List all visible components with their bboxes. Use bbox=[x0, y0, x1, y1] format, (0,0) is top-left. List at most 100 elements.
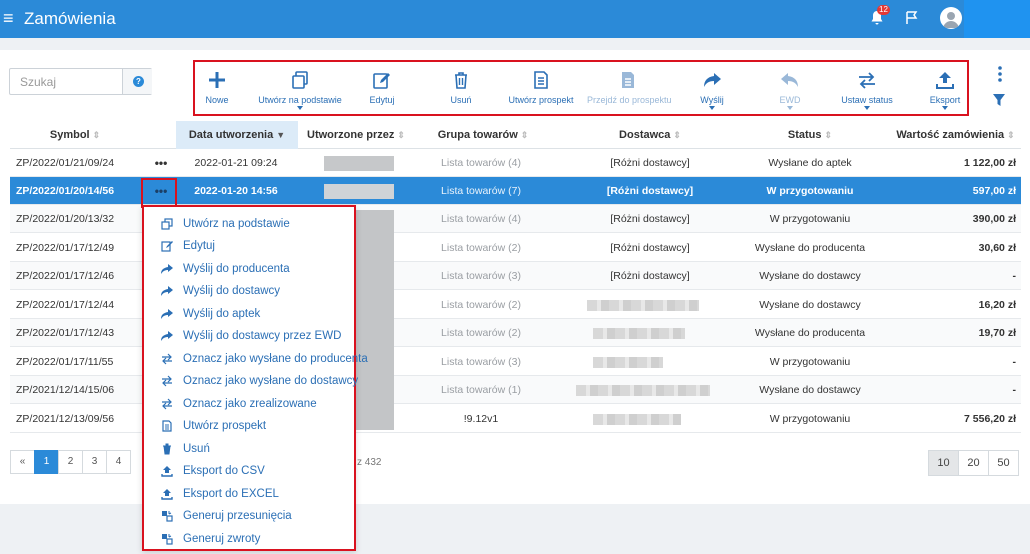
filter-icon[interactable] bbox=[992, 93, 1006, 107]
trash-icon bbox=[163, 443, 171, 455]
plus-icon bbox=[209, 72, 225, 88]
page-button[interactable]: 3 bbox=[82, 450, 107, 474]
search-help-button[interactable]: ? bbox=[122, 69, 152, 94]
prev-page-button[interactable]: « bbox=[10, 450, 35, 474]
column-product-group[interactable]: Grupa towarów ⇕ bbox=[420, 121, 546, 149]
column-supplier[interactable]: Dostawca ⇕ bbox=[570, 121, 730, 149]
chevron-down-icon bbox=[709, 106, 715, 110]
redacted-user bbox=[324, 184, 394, 199]
menu-item-export-csv[interactable]: Eksport do CSV bbox=[144, 460, 354, 482]
table-row[interactable]: ZP/2022/01/21/09/24 ••• 2022-01-21 09:24… bbox=[10, 149, 1021, 177]
document-icon bbox=[162, 420, 172, 432]
menu-item-mark-sent-to-supplier[interactable]: Oznacz jako wysłane do dostawcy bbox=[144, 370, 358, 392]
document-icon bbox=[534, 71, 548, 89]
help-icon: ? bbox=[133, 76, 144, 87]
menu-item-edit[interactable]: Edytuj bbox=[144, 235, 354, 257]
menu-item-create-prospect[interactable]: Utwórz prospekt bbox=[144, 415, 354, 437]
send-button[interactable]: Wyślij bbox=[690, 62, 734, 114]
column-status[interactable]: Status ⇕ bbox=[730, 121, 890, 149]
row-context-menu: Utwórz na podstawie Edytuj Wyślij do pro… bbox=[142, 205, 368, 551]
page-size-option[interactable]: 10 bbox=[928, 450, 959, 476]
delete-button[interactable]: Usuń bbox=[439, 62, 483, 114]
column-created-by[interactable]: Utworzone przez ⇕ bbox=[306, 121, 406, 149]
menu-item-send-via-ewd[interactable]: Wyślij do dostawcy przez EWD bbox=[144, 325, 354, 347]
chevron-down-icon bbox=[297, 106, 303, 110]
menu-item-send-to-pharmacies[interactable]: Wyślij do aptek bbox=[144, 303, 354, 325]
go-to-prospect-button[interactable]: Przejdź do prospektu bbox=[587, 62, 672, 114]
flag-icon[interactable] bbox=[905, 10, 919, 26]
page-button[interactable]: 2 bbox=[58, 450, 83, 474]
redacted-supplier bbox=[593, 414, 681, 425]
page-button[interactable]: 1 bbox=[34, 450, 59, 474]
upload-icon bbox=[161, 466, 173, 477]
swap-icon bbox=[162, 375, 172, 387]
swap-icon bbox=[162, 398, 172, 410]
edit-button[interactable]: Edytuj bbox=[360, 62, 404, 114]
reply-icon bbox=[781, 73, 798, 87]
chevron-down-icon bbox=[864, 106, 870, 110]
page-size-option[interactable]: 20 bbox=[958, 450, 989, 476]
create-prospect-button[interactable]: Utwórz prospekt bbox=[505, 62, 577, 114]
menu-item-generate-returns[interactable]: Generuj zwroty bbox=[144, 528, 354, 550]
edit-icon bbox=[373, 73, 390, 89]
menu-item-send-to-supplier[interactable]: Wyślij do dostawcy bbox=[144, 280, 354, 302]
redacted-user bbox=[324, 156, 394, 171]
create-based-on-button[interactable]: Utwórz na podstawie bbox=[255, 62, 345, 114]
transfer-icon bbox=[162, 534, 173, 545]
share-icon bbox=[161, 286, 173, 296]
menu-item-create-based-on[interactable]: Utwórz na podstawie bbox=[144, 213, 354, 235]
page-size-option[interactable]: 50 bbox=[988, 450, 1019, 476]
set-status-button[interactable]: Ustaw status bbox=[832, 62, 902, 114]
copy-icon bbox=[161, 218, 173, 230]
menu-item-generate-transfers[interactable]: Generuj przesunięcia bbox=[144, 505, 354, 527]
sort-icon: ⇕ bbox=[824, 130, 833, 140]
chevron-down-icon bbox=[942, 106, 948, 110]
transfer-icon bbox=[162, 511, 173, 522]
page-title: Zamówienia bbox=[24, 9, 116, 28]
avatar[interactable] bbox=[940, 7, 962, 29]
page-size-selector: 10 20 50 bbox=[928, 450, 1019, 476]
user-menu[interactable] bbox=[964, 0, 1030, 38]
sort-icon: ⇕ bbox=[673, 130, 681, 140]
menu-item-mark-sent-to-producer[interactable]: Oznacz jako wysłane do producenta bbox=[144, 348, 368, 370]
menu-item-send-to-producer[interactable]: Wyślij do producenta bbox=[144, 258, 354, 280]
page-button[interactable]: 4 bbox=[106, 450, 131, 474]
page-info: z 432 bbox=[357, 457, 382, 468]
share-icon bbox=[704, 73, 721, 87]
row-actions-highlight bbox=[141, 178, 177, 208]
more-options-icon[interactable] bbox=[996, 66, 1004, 82]
menu-item-export-excel[interactable]: Eksport do EXCEL bbox=[144, 483, 354, 505]
redacted-supplier bbox=[593, 328, 685, 339]
notification-badge: 12 bbox=[877, 5, 890, 15]
upload-icon bbox=[936, 72, 954, 89]
column-order-value[interactable]: Wartość zamówienia ⇕ bbox=[890, 121, 1021, 149]
sort-icon: ⇕ bbox=[520, 130, 529, 140]
column-symbol[interactable]: Symbol ⇕ bbox=[10, 121, 140, 149]
document-filled-icon bbox=[622, 72, 634, 88]
redacted-supplier bbox=[593, 357, 663, 368]
new-button[interactable]: Nowe bbox=[195, 62, 239, 114]
swap-icon bbox=[859, 72, 875, 89]
menu-item-mark-completed[interactable]: Oznacz jako zrealizowane bbox=[144, 393, 354, 415]
sort-desc-icon: ▼ bbox=[276, 130, 286, 140]
copy-icon bbox=[292, 71, 308, 89]
export-button[interactable]: Eksport bbox=[923, 62, 967, 114]
sort-icon: ⇕ bbox=[397, 130, 405, 140]
action-toolbar: Nowe Utwórz na podstawie Edytuj Usuń Utw… bbox=[193, 60, 969, 116]
redacted-supplier bbox=[587, 300, 699, 311]
edit-icon bbox=[161, 241, 173, 252]
column-date-created[interactable]: Data utworzenia ▼ bbox=[176, 121, 298, 149]
pagination: « 1 2 3 4 bbox=[10, 450, 131, 474]
search-box: ? bbox=[9, 68, 152, 95]
swap-icon bbox=[162, 353, 172, 365]
menu-item-delete[interactable]: Usuń bbox=[144, 438, 354, 460]
table-header: Symbol ⇕ Data utworzenia ▼ Utworzone przez… bbox=[10, 121, 1021, 149]
upload-icon bbox=[161, 489, 173, 500]
row-actions-button[interactable]: ••• bbox=[147, 149, 175, 177]
share-icon bbox=[161, 309, 173, 319]
redacted-supplier bbox=[576, 385, 710, 396]
share-icon bbox=[161, 264, 173, 274]
ewd-button[interactable]: EWD bbox=[768, 62, 812, 114]
search-input[interactable] bbox=[10, 69, 122, 94]
menu-icon[interactable]: ≡ bbox=[3, 9, 17, 27]
